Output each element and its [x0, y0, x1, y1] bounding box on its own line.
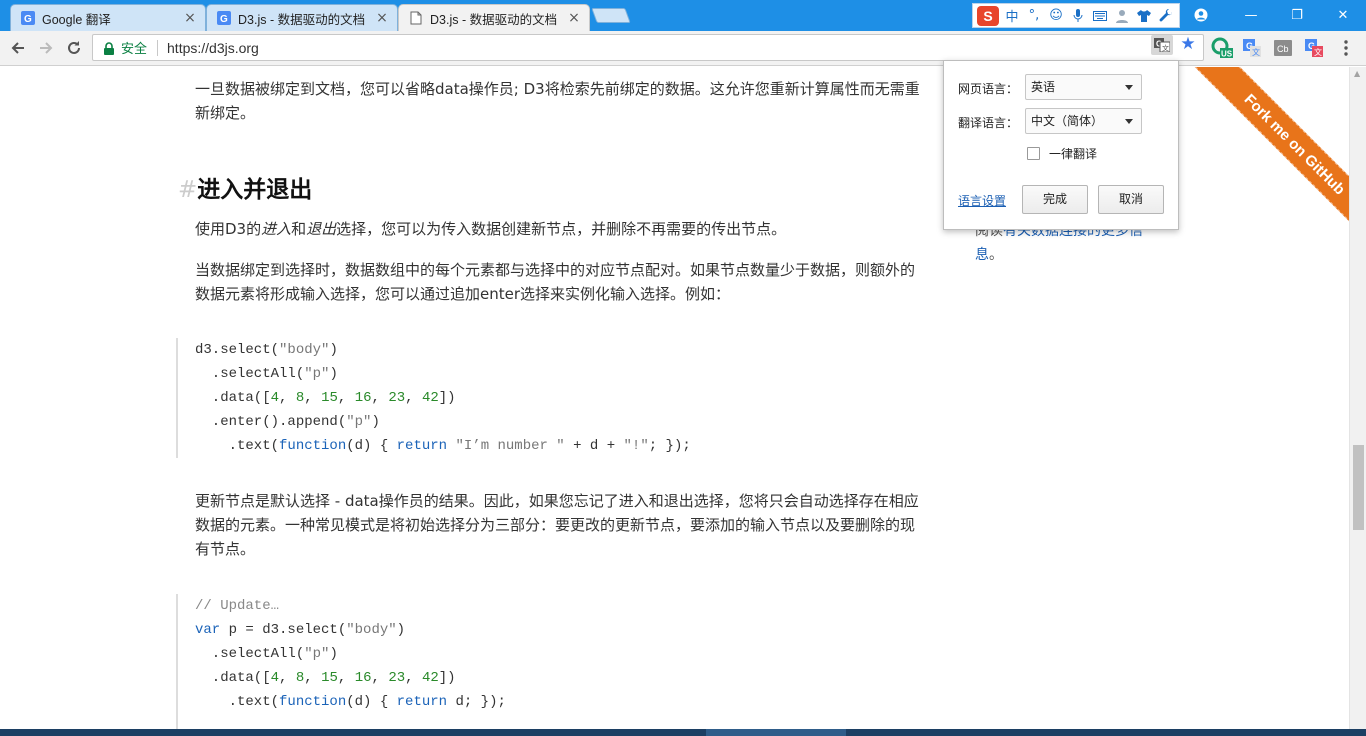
- code-line: .selectAll("p"): [195, 366, 338, 382]
- svg-text:文: 文: [1314, 47, 1322, 57]
- tab-close-icon[interactable]: ×: [375, 11, 389, 25]
- done-button[interactable]: 完成: [1022, 185, 1088, 214]
- tab-title: D3.js - 数据驱动的文档: [430, 12, 558, 27]
- target-language-value: 中文（简体）: [1031, 114, 1104, 128]
- page-language-value: 英语: [1031, 80, 1056, 94]
- paragraph-update: 更新节点是默认选择 - data操作员的结果。因此，如果您忘记了进入和退出选择，…: [195, 492, 919, 558]
- new-tab-button[interactable]: [591, 8, 631, 23]
- sogou-logo-icon[interactable]: S: [977, 5, 999, 26]
- scrollbar-thumb[interactable]: [1353, 445, 1364, 530]
- emphasis-exit: 退出: [306, 220, 337, 238]
- svg-text:G: G: [220, 14, 228, 25]
- tab-google-translate[interactable]: G Google 翻译 ×: [10, 4, 206, 31]
- paragraph-enter-exit: 使用D3的进入和退出选择，您可以为传入数据创建新节点，并删除不再需要的传出节点。: [195, 217, 920, 241]
- skin-icon[interactable]: [1135, 7, 1153, 25]
- profile-icon[interactable]: [1178, 0, 1224, 30]
- secure-label: 安全: [121, 42, 148, 57]
- code-block-enter: d3.select("body") .selectAll("p") .data(…: [176, 338, 691, 458]
- svg-text:文: 文: [1252, 47, 1260, 57]
- svg-text:Cb: Cb: [1277, 44, 1289, 54]
- tab-title: D3.js - 数据驱动的文档: [238, 12, 366, 27]
- wrench-icon[interactable]: [1157, 7, 1175, 25]
- paragraph-rebind: 一旦数据被绑定到文档，您可以省略data操作员; D3将检索先前绑定的数据。这允…: [195, 80, 920, 122]
- vertical-scrollbar[interactable]: ▲: [1349, 67, 1366, 729]
- minimize-button[interactable]: —: [1228, 0, 1274, 30]
- taskbar: [0, 729, 1366, 736]
- microphone-icon[interactable]: [1069, 7, 1087, 25]
- divider: [157, 39, 159, 56]
- code-block-update: // Update… var p = d3.select("body") .se…: [176, 594, 506, 729]
- translate-popup: 网页语言： 英语 翻译语言： 中文（简体） 一律翻译 语言设置 完成 取消: [943, 60, 1179, 230]
- cancel-button[interactable]: 取消: [1098, 185, 1164, 214]
- target-language-label: 翻译语言：: [958, 116, 1019, 130]
- taskbar-active-item[interactable]: [706, 729, 846, 736]
- svg-text:G: G: [24, 14, 32, 25]
- chevron-down-icon: [1125, 119, 1133, 124]
- svg-text:文: 文: [1162, 44, 1169, 53]
- svg-text:US: US: [1221, 50, 1233, 59]
- menu-icon[interactable]: [1335, 37, 1357, 59]
- fork-me-ribbon[interactable]: Fork me on GitHub: [1177, 67, 1349, 262]
- page-language-label: 网页语言：: [958, 82, 1019, 96]
- lock-icon: [103, 41, 115, 55]
- tab-close-icon[interactable]: ×: [567, 11, 581, 25]
- extension-cb-icon[interactable]: Cb: [1272, 37, 1294, 59]
- page-icon: [409, 11, 423, 25]
- code-line: d3.select("body"): [195, 342, 338, 358]
- reload-button[interactable]: [62, 36, 86, 60]
- translate-page-icon[interactable]: G文: [1151, 35, 1173, 55]
- code-line: .enter().append("p"): [195, 414, 380, 430]
- tab-d3-docs-active[interactable]: D3.js - 数据驱动的文档 ×: [398, 4, 590, 31]
- text: 和: [291, 220, 307, 238]
- text: 使用D3的: [195, 220, 262, 238]
- code-line: var p = d3.select("body"): [195, 622, 406, 638]
- chevron-down-icon: [1125, 85, 1133, 90]
- extension-us-icon[interactable]: US: [1211, 37, 1233, 59]
- user-icon[interactable]: [1113, 7, 1131, 25]
- maximize-button[interactable]: ❐: [1274, 0, 1320, 30]
- emphasis-enter: 进入: [261, 220, 292, 238]
- section-heading: #进入并退出: [178, 170, 312, 204]
- heading-text: 进入并退出: [197, 177, 313, 203]
- code-line: // Update…: [195, 598, 280, 614]
- code-line: .data([4, 8, 15, 16, 23, 42]): [195, 670, 456, 686]
- forward-button[interactable]: [34, 36, 58, 60]
- emoji-icon[interactable]: ☺: [1047, 7, 1065, 25]
- code-line: .selectAll("p"): [195, 646, 338, 662]
- text: 选择，您可以为传入数据创建新节点，并删除不再需要的传出节点。: [336, 220, 787, 238]
- always-translate-checkbox[interactable]: [1027, 147, 1040, 160]
- url-text[interactable]: https://d3js.org: [167, 40, 259, 56]
- tab-close-icon[interactable]: ×: [183, 11, 197, 25]
- code-line: .text(function(d) { return d; });: [195, 694, 506, 710]
- heading-anchor[interactable]: #: [178, 177, 197, 203]
- page-language-select[interactable]: 英语: [1025, 74, 1142, 100]
- language-settings-link[interactable]: 语言设置: [958, 192, 1006, 209]
- paragraph-data-binding: 当数据绑定到选择时，数据数组中的每个元素都与选择中的对应节点配对。如果节点数量少…: [195, 261, 916, 303]
- always-translate-label[interactable]: 一律翻译: [1049, 145, 1097, 162]
- code-line: .data([4, 8, 15, 16, 23, 42]): [195, 390, 456, 406]
- extension-dictionary-icon[interactable]: G文: [1303, 37, 1325, 59]
- extension-translate-icon[interactable]: G文: [1241, 37, 1263, 59]
- target-language-select[interactable]: 中文（简体）: [1025, 108, 1142, 134]
- ime-mode[interactable]: 中: [1003, 7, 1021, 25]
- keyboard-icon[interactable]: [1091, 7, 1109, 25]
- text: 。: [989, 247, 1003, 263]
- back-button[interactable]: [6, 36, 30, 60]
- bookmark-star-icon[interactable]: ★: [1178, 34, 1198, 54]
- title-bar: G Google 翻译 × G D3.js - 数据驱动的文档 × D3.js …: [0, 0, 1366, 31]
- address-bar[interactable]: 安全 https://d3js.org: [92, 34, 1204, 61]
- tab-title: Google 翻译: [42, 12, 111, 27]
- ime-punct[interactable]: °,: [1025, 7, 1043, 25]
- google-translate-icon: G: [21, 11, 35, 25]
- tab-d3-docs-1[interactable]: G D3.js - 数据驱动的文档 ×: [206, 4, 398, 31]
- ime-toolbar: S 中 °, ☺: [972, 3, 1180, 28]
- scroll-up-icon[interactable]: ▲: [1354, 69, 1360, 78]
- google-translate-icon: G: [217, 11, 231, 25]
- close-window-button[interactable]: ✕: [1320, 0, 1366, 30]
- code-line: .text(function(d) { return "I’m number "…: [195, 438, 691, 454]
